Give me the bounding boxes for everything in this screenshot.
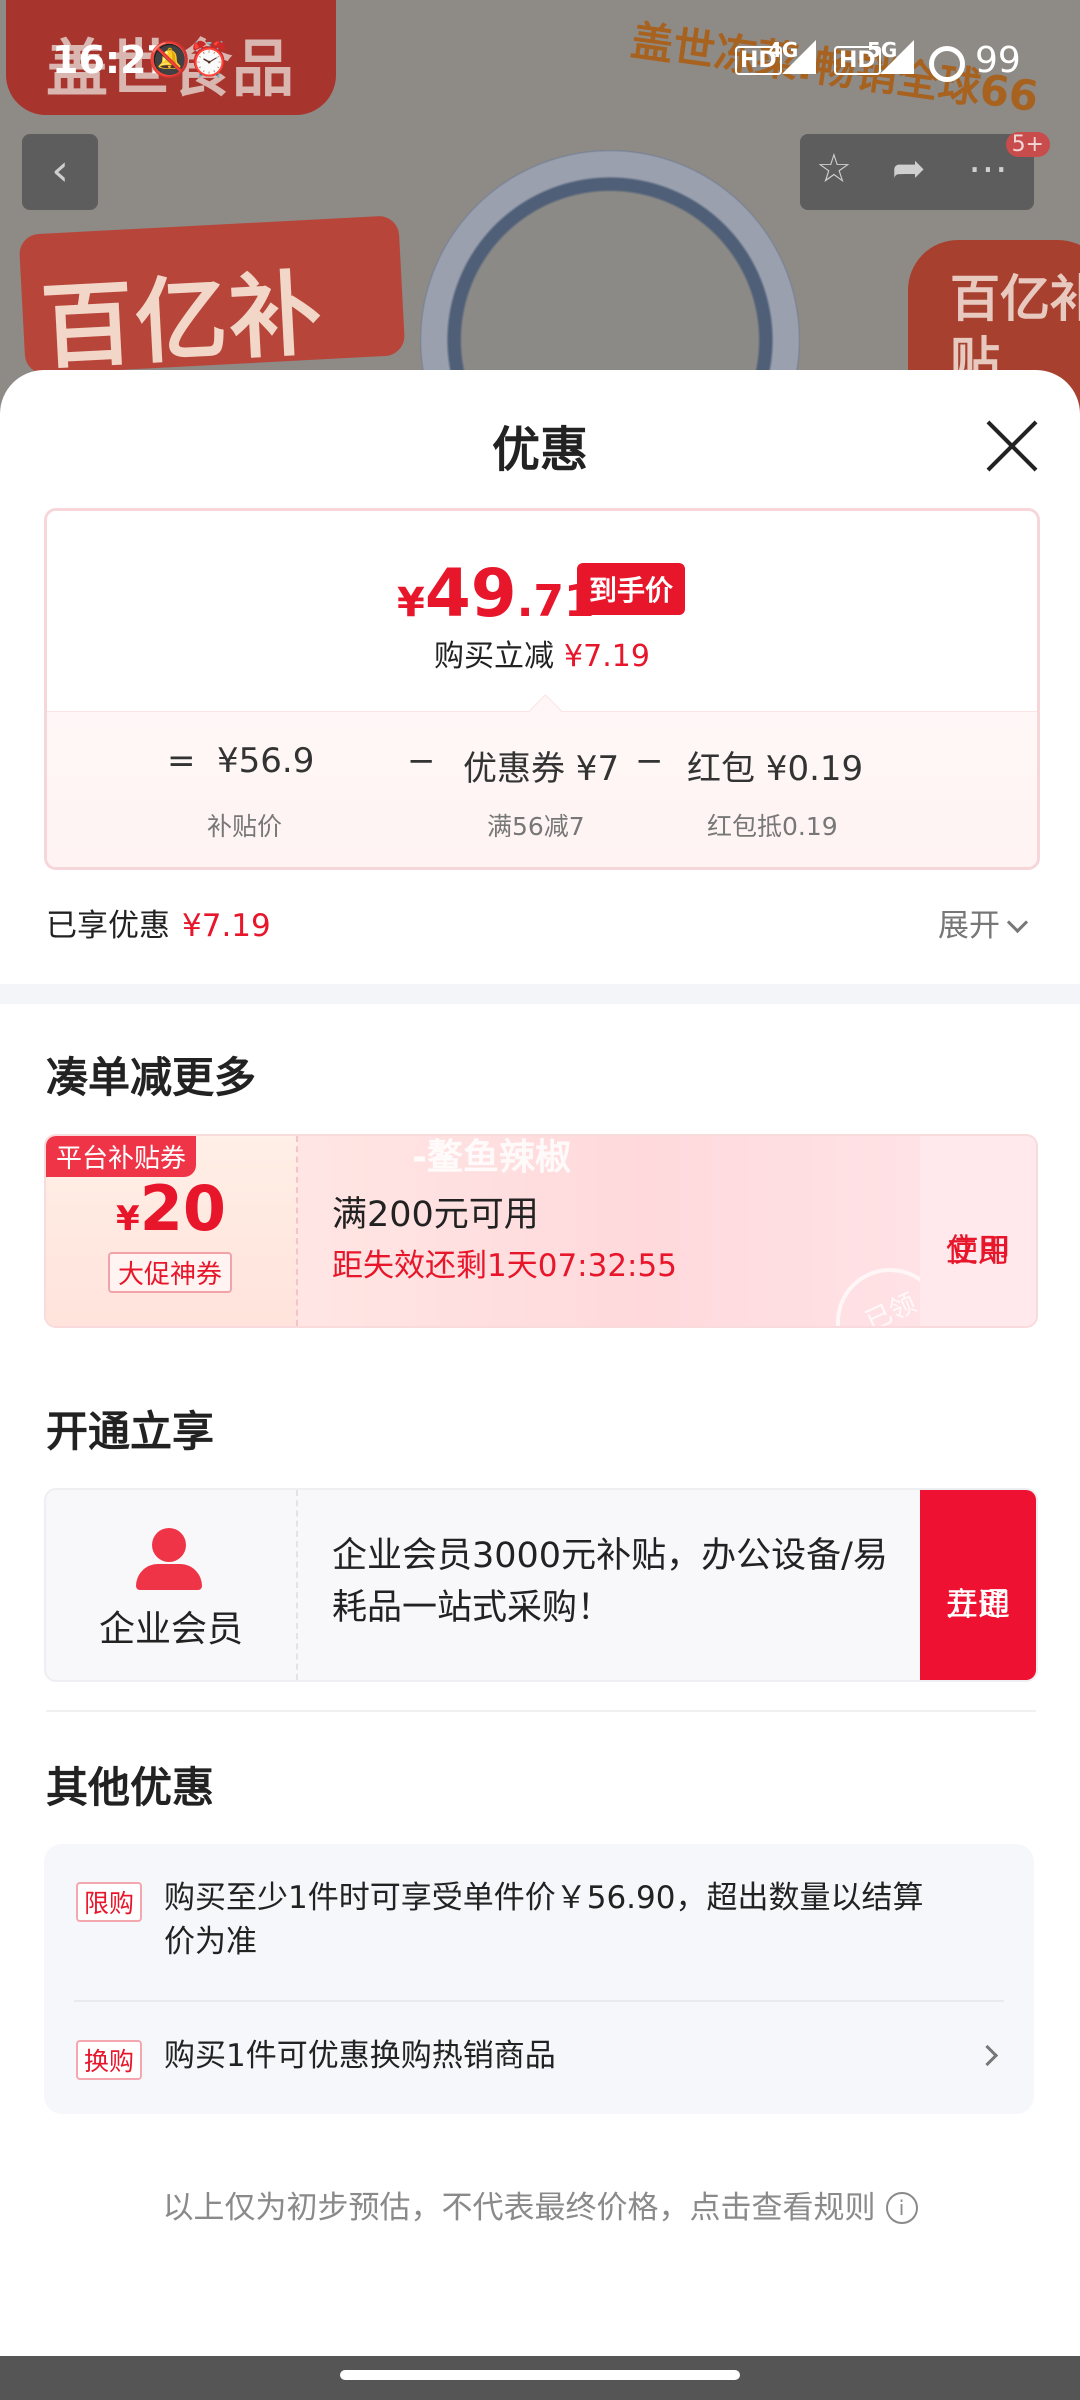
final-price-tag: 到手价 <box>577 563 686 615</box>
chevron-right-icon[interactable] <box>976 2044 999 2067</box>
coupon-type-label: 大促神券 <box>108 1252 233 1293</box>
enterprise-membership-card: 企业会员 企业会员3000元补贴，办公设备/易耗品一站式采购！ 立即 开通 <box>44 1488 1038 1682</box>
base-price-label: 补贴价 <box>207 812 283 841</box>
coupon-ribbon: 平台补贴券 <box>46 1136 197 1177</box>
equals-sign: = <box>167 741 196 781</box>
share-icon[interactable]: ➦ <box>892 146 926 192</box>
limit-text: 购买至少1件时可享受单件价￥56.90，超出数量以结算价为准 <box>164 1880 924 1960</box>
redpack-discount: 红包 ¥0.19 <box>687 749 864 789</box>
minus-sign: − <box>635 741 664 781</box>
coupon-condition: 满200元可用 <box>332 1195 539 1235</box>
battery-level: 99 <box>975 40 1021 81</box>
exchange-text: 购买1件可优惠换购热销商品 <box>164 2038 556 2074</box>
enjoyed-discount: 已享优惠 ¥7.19 <box>46 908 271 944</box>
close-icon[interactable] <box>984 418 1040 474</box>
minus-sign: − <box>407 741 436 781</box>
exchange-tag: 换购 <box>76 2040 143 2080</box>
membership-description: 企业会员3000元补贴，办公设备/易耗品一站式采购！ <box>332 1536 888 1628</box>
star-icon[interactable]: ☆ <box>816 146 852 192</box>
bundle-section-title: 凑单减更多 <box>46 1053 257 1102</box>
coupon-discount: 优惠券 ¥7 <box>463 749 620 789</box>
member-person-icon <box>134 1528 204 1590</box>
membership-name: 企业会员 <box>98 1609 243 1650</box>
coupon-amount: ¥20 <box>116 1172 226 1245</box>
activate-membership-button[interactable]: 立即 开通 <box>920 1490 1036 1680</box>
coupon-discount-label: 满56减7 <box>487 812 585 841</box>
price-breakdown-card: ¥49.71 到手价 购买立减 ¥7.19 = ¥56.9 补贴价 − 优惠券 ¥… <box>44 508 1040 870</box>
other-discounts-title: 其他优惠 <box>46 1763 215 1812</box>
subsidy-banner: 百亿补贴 <box>18 215 406 420</box>
membership-section-title: 开通立享 <box>46 1407 215 1456</box>
section-divider <box>0 984 1080 1004</box>
home-indicator[interactable] <box>340 2370 740 2380</box>
signal-icon <box>782 40 816 74</box>
other-discounts-list: 限购 购买至少1件时可享受单件价￥56.90，超出数量以结算价为准 换购 购买1… <box>44 1844 1034 2114</box>
mute-icon: 🔕 <box>148 40 191 80</box>
status-bar: 16:27 🔕 ⏰ HD 4G HD 5G 99 <box>0 0 1080 120</box>
system-nav-bar <box>0 2356 1080 2400</box>
coupon-watermark: -鳌鱼辣椒 <box>412 1137 571 1178</box>
expand-button[interactable]: 展开 <box>938 900 1029 945</box>
platform-coupon: 平台补贴券 ¥20 大促神券 -鳌鱼辣椒 满200元可用 距失效还剩1天07:3… <box>44 1134 1038 1328</box>
info-icon[interactable]: i <box>885 2192 918 2224</box>
instant-discount: 购买立减 ¥7.19 <box>434 639 650 674</box>
signal-icon <box>880 40 914 74</box>
more-icon[interactable]: ⋯ <box>968 146 1008 192</box>
limit-tag: 限购 <box>76 1882 143 1922</box>
chevron-down-icon <box>1006 911 1029 934</box>
final-price: ¥49.71 <box>397 555 595 632</box>
chevron-left-icon: ‹ <box>51 145 69 196</box>
notification-badge: 5+ <box>1005 132 1050 157</box>
coupon-expiry-countdown: 距失效还剩1天07:32:55 <box>332 1248 677 1284</box>
redpack-discount-label: 红包抵0.19 <box>707 812 838 841</box>
use-coupon-button[interactable]: 立即 使用 <box>920 1136 1036 1326</box>
sheet-title: 优惠 <box>491 422 588 478</box>
top-toolbar: ☆ ➦ ⋯ 5+ <box>800 132 1050 210</box>
discount-sheet: 优惠 ¥49.71 到手价 购买立减 ¥7.19 = ¥56.9 补贴价 − 优惠… <box>0 370 1080 2356</box>
battery-ring-icon <box>929 46 965 82</box>
price-disclaimer[interactable]: 以上仅为初步预估，不代表最终价格，点击查看规则 i <box>0 2182 1080 2227</box>
base-price: ¥56.9 <box>217 741 315 781</box>
alarm-icon: ⏰ <box>188 40 231 80</box>
back-button[interactable]: ‹ <box>22 134 98 210</box>
